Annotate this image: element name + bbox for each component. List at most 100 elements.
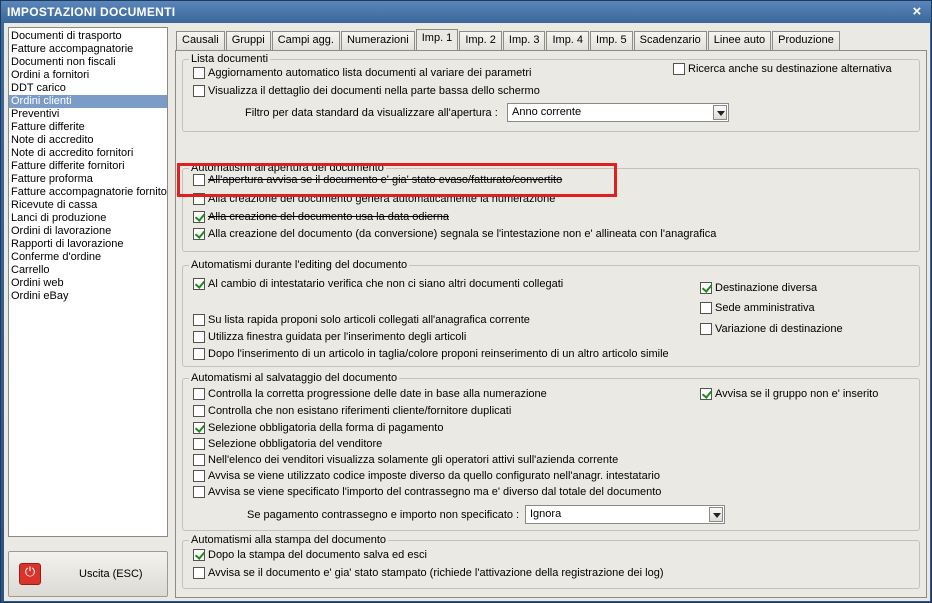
group-editing: Automatismi durante l'editing del docume…: [182, 259, 920, 367]
document-type-item[interactable]: Ordini a fornitori: [9, 69, 167, 82]
group-lista-documenti: Lista documenti Aggiornamento automatico…: [182, 53, 920, 132]
checkbox-box[interactable]: [193, 331, 205, 343]
tab-imp-4[interactable]: Imp. 4: [546, 31, 590, 50]
filter-label: Filtro per data standard da visualizzare…: [245, 107, 498, 119]
checkbox-operatori-attivi[interactable]: Nell'elenco dei venditori visualizza sol…: [193, 454, 618, 466]
document-type-item[interactable]: Documenti di trasporto: [9, 30, 167, 43]
checkbox-box[interactable]: [193, 193, 205, 205]
checkbox-box[interactable]: [193, 211, 205, 223]
document-type-list[interactable]: Documenti di trasporto Fatture accompagna…: [8, 27, 168, 537]
checkbox-box[interactable]: [193, 174, 205, 186]
document-type-item[interactable]: Note di accredito: [9, 134, 167, 147]
checkbox-gruppo-non-inserito[interactable]: Avvisa se il gruppo non e' inserito: [700, 388, 878, 400]
document-type-item[interactable]: DDT carico: [9, 82, 167, 95]
checkbox-box[interactable]: [193, 438, 205, 450]
tab-imp-5[interactable]: Imp. 5: [590, 31, 633, 50]
checkbox-aggiornamento-automatico[interactable]: Aggiornamento automatico lista documenti…: [193, 67, 531, 79]
document-type-item[interactable]: Fatture proforma: [9, 173, 167, 186]
tab-numerazioni[interactable]: Numerazioni: [340, 31, 415, 50]
checkbox-box[interactable]: [193, 314, 205, 326]
group-salvataggio: Automatismi al salvataggio del documento…: [182, 372, 920, 531]
checkbox-variazione-destinazione[interactable]: Variazione di destinazione: [700, 323, 843, 335]
checkbox-destinazione-diversa[interactable]: Destinazione diversa: [700, 282, 817, 294]
checkbox-gia-stampato[interactable]: Avvisa se il documento e' gia' stato sta…: [193, 567, 664, 579]
checkbox-box[interactable]: [193, 549, 205, 561]
checkbox-venditore[interactable]: Selezione obbligatoria del venditore: [193, 438, 382, 450]
document-type-item[interactable]: Conferme d'ordine: [9, 251, 167, 264]
document-type-item[interactable]: Ordini web: [9, 277, 167, 290]
chevron-down-icon[interactable]: [709, 507, 723, 522]
checkbox-finestra-guidata[interactable]: Utilizza finestra guidata per l'inserime…: [193, 331, 466, 343]
settings-window: IMPOSTAZIONI DOCUMENTI × Documenti di tr…: [0, 0, 932, 603]
document-type-item[interactable]: Documenti non fiscali: [9, 56, 167, 69]
checkbox-lista-rapida[interactable]: Su lista rapida proponi solo articoli co…: [193, 314, 530, 326]
tab-scadenzario[interactable]: Scadenzario: [633, 31, 707, 50]
checkbox-box[interactable]: [193, 85, 205, 97]
checkbox-segnala-intestazione[interactable]: Alla creazione del documento (da convers…: [193, 228, 716, 240]
checkbox-box[interactable]: [193, 388, 205, 400]
close-icon[interactable]: ×: [909, 1, 925, 23]
checkbox-box[interactable]: [193, 405, 205, 417]
checkbox-box[interactable]: [193, 278, 205, 290]
pagamento-select[interactable]: Ignora: [525, 505, 725, 524]
document-type-item[interactable]: Ordini di lavorazione: [9, 225, 167, 238]
checkbox-data-odierna[interactable]: Alla creazione del documento usa la data…: [193, 211, 449, 223]
document-type-item[interactable]: Rapporti di lavorazione: [9, 238, 167, 251]
checkbox-box[interactable]: [700, 302, 712, 314]
tab-imp-1[interactable]: Imp. 1: [415, 29, 459, 50]
checkbox-box[interactable]: [193, 567, 205, 579]
checkbox-box[interactable]: [193, 422, 205, 434]
checkbox-contrassegno[interactable]: Avvisa se viene specificato l'importo de…: [193, 486, 661, 498]
checkbox-box[interactable]: [193, 470, 205, 482]
document-type-item[interactable]: Fatture differite fornitori: [9, 160, 167, 173]
group-title: Automatismi al salvataggio del documento: [189, 372, 400, 384]
checkbox-verifica-documenti-collegati[interactable]: Al cambio di intestatario verifica che n…: [193, 278, 563, 290]
pagamento-label: Se pagamento contrassegno e importo non …: [247, 509, 520, 521]
document-type-item[interactable]: Carrello: [9, 264, 167, 277]
checkbox-box[interactable]: [193, 67, 205, 79]
document-type-item[interactable]: Ricevute di cassa: [9, 199, 167, 212]
checkbox-sede-amministrativa[interactable]: Sede amministrativa: [700, 302, 815, 314]
tab-produzione[interactable]: Produzione: [772, 31, 840, 50]
checkbox-box[interactable]: [700, 282, 712, 294]
checkbox-ricerca-destinazione[interactable]: Ricerca anche su destinazione alternativ…: [673, 63, 892, 75]
checkbox-forma-pagamento[interactable]: Selezione obbligatoria della forma di pa…: [193, 422, 443, 434]
document-type-item[interactable]: Lanci di produzione: [9, 212, 167, 225]
group-apertura: Automatismi all'apertura del documento A…: [182, 162, 920, 252]
checkbox-box[interactable]: [700, 388, 712, 400]
checkbox-progressione-date[interactable]: Controlla la corretta progressione delle…: [193, 388, 547, 400]
tab-causali[interactable]: Causali: [176, 31, 225, 50]
tab-gruppi[interactable]: Gruppi: [225, 31, 271, 50]
checkbox-box[interactable]: [193, 348, 205, 360]
filter-date-select[interactable]: Anno corrente: [507, 103, 729, 122]
checkbox-salva-ed-esci[interactable]: Dopo la stampa del documento salva ed es…: [193, 549, 427, 561]
checkbox-box[interactable]: [193, 228, 205, 240]
checkbox-genera-numerazione[interactable]: Alla creazione del documento genera auto…: [193, 193, 555, 205]
checkbox-riferimenti-duplicati[interactable]: Controlla che non esistano riferimenti c…: [193, 405, 511, 417]
checkbox-box[interactable]: [193, 454, 205, 466]
power-icon: [19, 563, 41, 585]
document-type-item[interactable]: Ordini clienti: [9, 95, 167, 108]
tab-imp-3[interactable]: Imp. 3: [502, 31, 546, 50]
checkbox-box[interactable]: [673, 63, 685, 75]
chevron-down-icon[interactable]: [713, 105, 727, 120]
group-title: Lista documenti: [189, 53, 271, 65]
checkbox-visualizza-dettaglio[interactable]: Visualizza il dettaglio dei documenti ne…: [193, 85, 540, 97]
checkbox-codice-imposte[interactable]: Avvisa se viene utilizzato codice impost…: [193, 470, 660, 482]
document-type-item[interactable]: Fatture accompagnatorie: [9, 43, 167, 56]
document-type-item[interactable]: Preventivi: [9, 108, 167, 121]
document-type-item[interactable]: Ordini eBay: [9, 290, 167, 303]
tab-campi-agg[interactable]: Campi agg.: [271, 31, 340, 50]
tab-strip: Causali Gruppi Campi agg. Numerazioni Imp. 1…: [176, 29, 841, 50]
checkbox-box[interactable]: [700, 323, 712, 335]
tab-imp-2[interactable]: Imp. 2: [459, 31, 502, 50]
checkbox-avvisa-evaso[interactable]: All'apertura avvisa se il documento e' g…: [193, 174, 562, 186]
document-type-item[interactable]: Fatture differite: [9, 121, 167, 134]
exit-button-label: Uscita (ESC): [79, 568, 143, 580]
checkbox-box[interactable]: [193, 486, 205, 498]
checkbox-taglia-colore[interactable]: Dopo l'inserimento di un articolo in tag…: [193, 348, 669, 360]
exit-button[interactable]: Uscita (ESC): [8, 551, 168, 597]
document-type-item[interactable]: Note di accredito fornitori: [9, 147, 167, 160]
document-type-item[interactable]: Fatture accompagnatorie fornito: [9, 186, 167, 199]
tab-linee-auto[interactable]: Linee auto: [707, 31, 772, 50]
